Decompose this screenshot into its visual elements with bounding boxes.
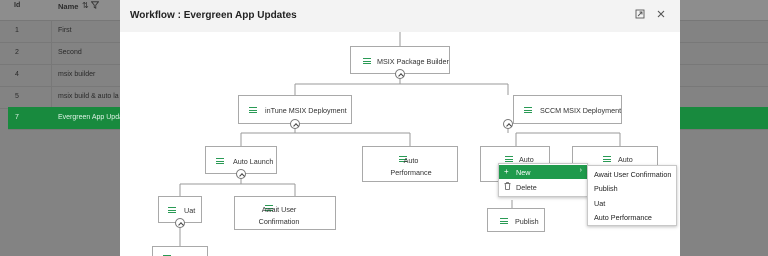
node-label: MSIX Package Builder — [377, 57, 449, 66]
node-label: inTune MSIX Deployment — [265, 106, 347, 115]
row-name: msix build & auto la — [58, 93, 119, 100]
row-id: 5 — [15, 93, 19, 100]
new-submenu: Await User Confirmation Publish Uat Auto… — [587, 165, 677, 226]
menu-item-label: Delete — [516, 183, 537, 192]
collapse-toggle-icon[interactable] — [175, 218, 185, 228]
collapse-toggle-icon[interactable] — [503, 119, 513, 129]
row-id: 2 — [15, 49, 19, 56]
filter-icon[interactable] — [90, 1, 100, 11]
submenu-item-publish[interactable]: Publish — [594, 184, 618, 193]
node-sccm-msix-deployment[interactable]: SCCM MSIX Deployment — [513, 95, 622, 124]
menu-icon[interactable] — [249, 107, 257, 113]
collapse-toggle-icon[interactable] — [236, 169, 246, 179]
plus-icon: + — [504, 167, 509, 176]
node-label: Uat — [184, 206, 196, 215]
row-name: msix builder — [58, 71, 96, 78]
node-label: Publish — [515, 217, 539, 226]
node-label: Auto Performance — [390, 156, 432, 177]
node-label: Await User Confirmation — [258, 205, 300, 226]
trash-icon — [504, 182, 511, 192]
chevron-right-icon: › — [579, 167, 582, 174]
node-label: Auto Launch — [233, 157, 274, 166]
collapse-toggle-icon[interactable] — [395, 69, 405, 79]
collapse-toggle-icon[interactable] — [290, 119, 300, 129]
menu-item-delete[interactable]: Delete — [499, 180, 587, 194]
menu-icon[interactable] — [524, 107, 532, 113]
menu-item-new[interactable]: + New › — [499, 165, 587, 179]
menu-icon[interactable] — [603, 156, 611, 162]
row-name: Evergreen App Upda — [58, 114, 123, 121]
node-label: SCCM MSIX Deployment — [540, 106, 622, 115]
menu-item-label: New — [516, 168, 531, 177]
node-publish[interactable]: Publish — [487, 208, 545, 232]
submenu-item-auto-performance[interactable]: Auto Performance — [594, 213, 652, 222]
row-id: 1 — [15, 27, 19, 34]
menu-icon[interactable] — [500, 218, 508, 224]
node-auto-performance[interactable]: Auto Performance — [362, 146, 458, 182]
menu-icon[interactable] — [363, 58, 371, 64]
sort-icon[interactable]: ⇅ — [82, 1, 89, 10]
column-header-name[interactable]: Name — [58, 2, 78, 11]
submenu-item-uat[interactable]: Uat — [594, 199, 605, 208]
row-name: First — [58, 27, 72, 34]
row-id: 7 — [15, 114, 19, 121]
modal-header: Workflow : Evergreen App Updates — [120, 0, 680, 32]
row-name: Second — [58, 49, 82, 56]
node-label: Auto — [618, 155, 633, 164]
close-icon[interactable] — [655, 9, 667, 21]
node-context-menu: + New › Delete — [498, 163, 588, 197]
menu-icon[interactable] — [168, 207, 176, 213]
column-header-id[interactable]: Id — [14, 2, 20, 9]
maximize-icon[interactable] — [634, 9, 646, 21]
menu-icon[interactable] — [216, 158, 224, 164]
node-await-user-confirmation[interactable]: Await User Confirmation — [234, 196, 336, 230]
menu-icon[interactable] — [505, 156, 513, 162]
row-id: 4 — [15, 71, 19, 78]
submenu-item-await-user-confirmation[interactable]: Await User Confirmation — [594, 170, 671, 179]
modal-title: Workflow : Evergreen App Updates — [130, 10, 297, 21]
node-partial-child[interactable] — [152, 246, 208, 256]
